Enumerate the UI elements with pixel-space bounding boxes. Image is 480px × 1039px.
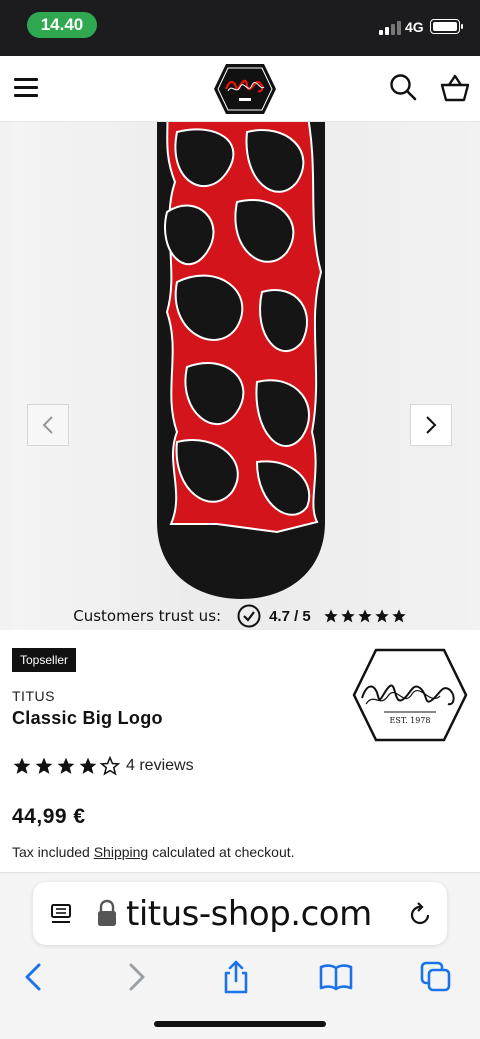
- titus-logo[interactable]: [212, 61, 278, 117]
- product-rating[interactable]: 4 reviews: [12, 756, 194, 776]
- tax-suffix: calculated at checkout.: [152, 844, 295, 860]
- search-icon[interactable]: [389, 73, 417, 101]
- trust-label: Customers trust us:: [73, 607, 222, 625]
- product-gallery[interactable]: [0, 122, 480, 630]
- star-filled-icon: [13, 757, 31, 774]
- review-count[interactable]: 4 reviews: [126, 757, 194, 775]
- network-label: 4G: [405, 19, 424, 35]
- star-icon: [392, 609, 406, 623]
- bookmarks-button[interactable]: [318, 959, 354, 995]
- chevron-right-icon: [426, 416, 437, 434]
- browser-toolbar: titus-shop.com: [0, 872, 480, 1039]
- star-filled-icon: [79, 757, 97, 774]
- forward-button[interactable]: [119, 959, 155, 995]
- trust-rating: 4.7 / 5: [269, 607, 311, 625]
- topseller-badge: Topseller: [12, 648, 77, 672]
- share-button[interactable]: [218, 959, 254, 995]
- battery-icon: [430, 19, 463, 34]
- skateboard-deck-image: [157, 122, 325, 599]
- star-icon: [341, 609, 355, 623]
- star-filled-icon: [57, 757, 75, 774]
- url-text[interactable]: titus-shop.com: [126, 894, 372, 934]
- shipping-link[interactable]: Shipping: [94, 844, 149, 860]
- book-icon: [319, 964, 353, 991]
- site-header: [0, 56, 480, 122]
- star-empty-icon: [100, 756, 120, 776]
- status-time: 14.40: [27, 12, 97, 38]
- check-circle-icon: [237, 604, 261, 628]
- chevron-left-icon: [42, 416, 53, 434]
- tabs-icon: [420, 961, 451, 992]
- cart-icon[interactable]: [440, 73, 470, 103]
- chevron-left-icon: [25, 963, 41, 991]
- product-title: Classic Big Logo: [12, 708, 163, 728]
- reader-mode-icon[interactable]: [50, 902, 74, 926]
- product-vendor[interactable]: TITUS: [12, 688, 55, 704]
- star-icon: [375, 609, 389, 623]
- trust-bar[interactable]: Customers trust us: 4.7 / 5: [0, 602, 480, 630]
- star-icon: [324, 609, 338, 623]
- trust-stars: [323, 608, 407, 624]
- browser-nav-toolbar: [0, 953, 480, 999]
- address-bar[interactable]: titus-shop.com: [33, 882, 447, 945]
- home-indicator: [154, 1021, 326, 1027]
- reload-icon[interactable]: [407, 902, 433, 928]
- star-filled-icon: [35, 757, 53, 774]
- tax-prefix: Tax included: [12, 844, 90, 860]
- star-icon: [358, 609, 372, 623]
- product-price: 44,99 €: [12, 805, 86, 828]
- chevron-right-icon: [129, 963, 145, 991]
- status-bar: 14.40 4G: [0, 0, 480, 56]
- back-button[interactable]: [15, 959, 51, 995]
- svg-text:EST. 1978: EST. 1978: [390, 716, 431, 725]
- share-icon: [224, 960, 248, 994]
- signal-icon: [379, 21, 401, 35]
- tabs-button[interactable]: [418, 959, 454, 995]
- menu-icon[interactable]: [14, 78, 38, 98]
- brand-logo[interactable]: EST. 1978: [350, 646, 470, 744]
- tax-note: Tax included Shipping calculated at chec…: [12, 844, 295, 860]
- lock-icon: [98, 899, 116, 926]
- next-image-button[interactable]: [410, 404, 452, 446]
- previous-image-button[interactable]: [27, 404, 69, 446]
